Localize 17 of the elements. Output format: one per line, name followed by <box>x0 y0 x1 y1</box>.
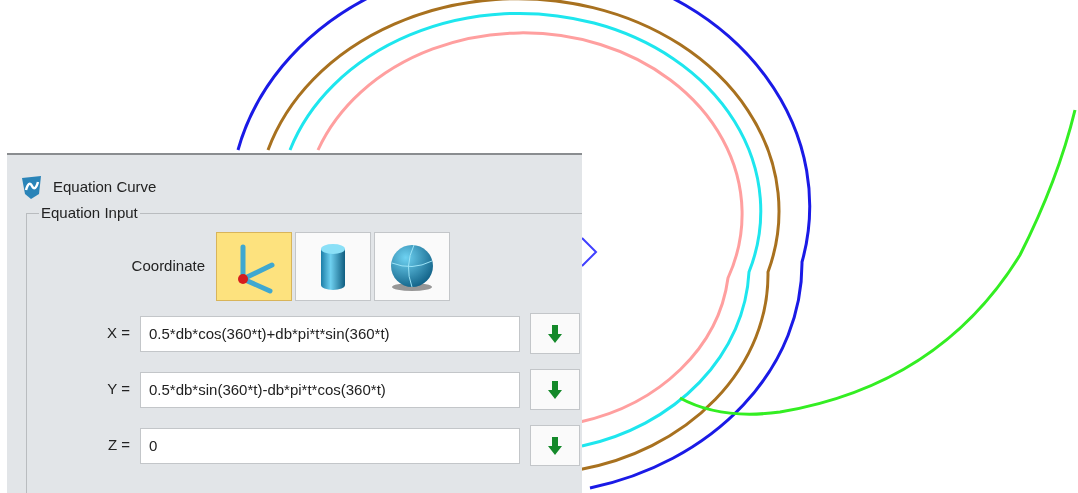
equation-label: Z = <box>106 435 130 456</box>
equation-label: Y = <box>106 379 130 400</box>
down-arrow-icon <box>548 324 562 343</box>
equation-field[interactable]: 0 <box>140 427 520 464</box>
coordinate-toggle[interactable] <box>374 232 450 301</box>
equation-label: X = <box>106 323 130 344</box>
dialog-title: Equation Curve <box>53 176 157 197</box>
down-arrow-icon <box>548 436 562 455</box>
coordinate-toggle[interactable] <box>295 232 371 301</box>
options-button[interactable] <box>530 425 580 466</box>
coordinate-toggle[interactable] <box>216 232 292 301</box>
equation-field[interactable]: 0.5*db*cos(360*t)+db*pi*t*sin(360*t) <box>140 315 520 352</box>
equation-field[interactable]: 0.5*db*sin(360*t)-db*pi*t*cos(360*t) <box>140 371 520 408</box>
options-button[interactable] <box>530 369 580 410</box>
down-arrow-icon <box>548 380 562 399</box>
coordinate-label: Coordinate <box>130 256 206 277</box>
options-button[interactable] <box>530 313 580 354</box>
